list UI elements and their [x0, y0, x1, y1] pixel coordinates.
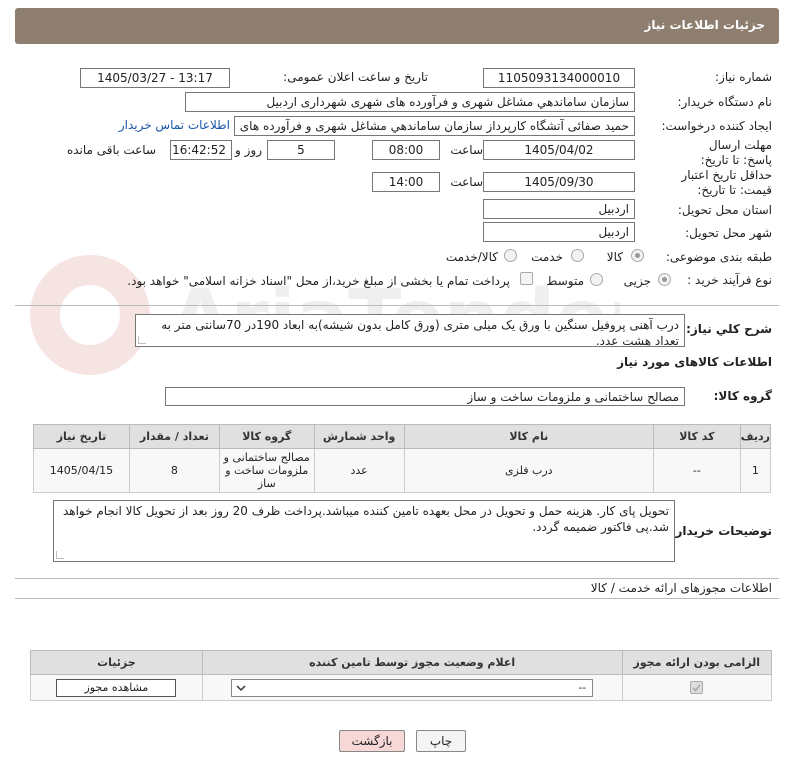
divider — [15, 598, 779, 599]
col-code: کد کالا — [652, 424, 741, 449]
col-permit-required: الزامی بودن ارائه مجوز — [621, 650, 773, 675]
announce-field: 1405/03/27 - 13:17 — [80, 68, 230, 88]
table-row: -- مشاهده مجوز — [30, 674, 773, 701]
col-permit-details: جزئیات — [30, 650, 203, 675]
process-radio-medium[interactable] — [590, 273, 603, 286]
permits-table-header: الزامی بودن ارائه مجوز اعلام وضعیت مجوز … — [30, 650, 773, 675]
treasury-payment-note: پرداخت تمام یا بخشی از مبلغ خرید،از محل … — [127, 274, 510, 288]
permit-status-select-value: -- — [578, 680, 587, 694]
city-field: اردبیل — [483, 222, 635, 242]
cell-row: 1 — [739, 448, 772, 493]
buyer-notes-text: تحویل پای کار. هزینه حمل و تحویل در محل … — [62, 504, 669, 534]
category-radio-goods-service[interactable] — [504, 249, 517, 262]
deadline-label: مهلت ارسال پاسخ: تا تاریخ: — [700, 138, 772, 167]
permit-required-checkbox — [690, 681, 704, 695]
goods-table: ردیف کد کالا نام کالا واحد شمارش گروه کا… — [33, 424, 772, 493]
goods-group-label: گروه کالا: — [713, 389, 772, 403]
col-row: ردیف — [739, 424, 772, 449]
min-price-time-label: ساعت — [450, 175, 483, 189]
cell-qty: 8 — [128, 448, 220, 493]
cell-permit-required — [621, 674, 773, 701]
cell-permit-status: -- — [201, 674, 623, 701]
goods-group-field: مصالح ساختمانی و ملزومات ساخت و ساز — [165, 387, 685, 406]
process-label: نوع فرآیند خرید : — [687, 273, 772, 287]
permits-section-title: اطلاعات مجوزهای ارائه خدمت / کالا — [590, 581, 772, 595]
treasury-payment-checkbox[interactable] — [520, 272, 533, 285]
table-row: 1 -- درب فلزی عدد مصالح ساختمانی و ملزوم… — [33, 448, 772, 493]
goods-table-header: ردیف کد کالا نام کالا واحد شمارش گروه کا… — [33, 424, 772, 449]
category-radio-goods[interactable] — [631, 249, 644, 262]
creator-field: حمید صفائی آتشگاه کارپرداز سازمان ساماند… — [234, 116, 635, 136]
min-price-date-field: 1405/09/30 — [483, 172, 635, 192]
category-radio-service[interactable] — [571, 249, 584, 262]
col-date: تاریخ نیاز — [33, 424, 130, 449]
category-option-goods: کالا — [606, 250, 623, 264]
cell-date: 1405/04/15 — [33, 448, 130, 493]
col-unit: واحد شمارش — [313, 424, 405, 449]
permit-status-select[interactable]: -- — [231, 678, 594, 697]
need-number-label: شماره نیاز: — [715, 70, 772, 84]
cell-unit: عدد — [313, 448, 405, 493]
resize-grip-icon[interactable] — [56, 551, 64, 559]
page-title-bar: جزئیات اطلاعات نیاز — [15, 8, 779, 44]
cell-permit-details: مشاهده مجوز — [30, 674, 203, 701]
category-label: طبقه بندی موضوعی: — [665, 250, 772, 264]
description-textarea[interactable]: درب آهنی پروفیل سنگین با ورق یک میلی متر… — [135, 314, 685, 347]
contact-info-link[interactable]: اطلاعات تماس خریدار — [119, 118, 230, 132]
col-name: نام کالا — [403, 424, 654, 449]
resize-grip-icon[interactable] — [138, 336, 146, 344]
col-permit-status: اعلام وضعیت مجوز توسط تامین کننده — [201, 650, 623, 675]
back-button[interactable]: بازگشت — [339, 730, 405, 752]
min-price-time-field: 14:00 — [372, 172, 440, 192]
check-icon — [692, 684, 701, 692]
chevron-down-icon — [236, 684, 246, 691]
cell-group: مصالح ساختمانی و ملزومات ساخت و ساز — [218, 448, 315, 493]
announce-label: تاریخ و ساعت اعلان عمومی: — [283, 70, 428, 84]
goods-section-title: اطلاعات کالاهای مورد نیاز — [617, 355, 772, 369]
deadline-time-field: 08:00 — [372, 140, 440, 160]
days-field: 5 — [267, 140, 335, 160]
need-number-field: 1105093134000010 — [483, 68, 635, 88]
category-option-goods-service: کالا/خدمت — [445, 250, 498, 264]
cell-code: -- — [652, 448, 741, 493]
category-option-service: خدمت — [531, 250, 563, 264]
min-price-label: حداقل تاریخ اعتبار قیمت: تا تاریخ: — [681, 168, 772, 197]
page-title: جزئیات اطلاعات نیاز — [644, 18, 765, 32]
creator-label: ایجاد کننده درخواست: — [661, 119, 772, 133]
deadline-date-field: 1405/04/02 — [483, 140, 635, 160]
buyer-org-field: سازمان ساماندهي مشاغل شهری و فرآورده های… — [185, 92, 635, 112]
divider — [15, 305, 779, 306]
col-qty: تعداد / مقدار — [128, 424, 220, 449]
permits-table: الزامی بودن ارائه مجوز اعلام وضعیت مجوز … — [30, 650, 773, 701]
deadline-time-label: ساعت — [450, 143, 483, 157]
buyer-notes-label: توضیحات خریدار: — [670, 524, 772, 538]
city-label: شهر محل تحویل: — [685, 226, 772, 240]
col-group: گروه کالا — [218, 424, 315, 449]
buyer-org-label: نام دستگاه خریدار: — [677, 95, 773, 109]
description-text: درب آهنی پروفیل سنگین با ورق یک میلی متر… — [161, 318, 679, 347]
days-label: روز و — [235, 143, 262, 157]
cell-name: درب فلزی — [403, 448, 654, 493]
description-label: شرح كلي نياز: — [686, 322, 772, 336]
remaining-label: ساعت باقی مانده — [66, 143, 156, 157]
print-button[interactable]: چاپ — [416, 730, 466, 752]
province-field: اردبیل — [483, 199, 635, 219]
process-option-minor: جزیی — [623, 274, 651, 288]
process-radio-minor[interactable] — [658, 273, 671, 286]
divider — [15, 578, 779, 579]
buyer-notes-textarea[interactable]: تحویل پای کار. هزینه حمل و تحویل در محل … — [53, 500, 675, 562]
view-permit-button[interactable]: مشاهده مجوز — [56, 678, 177, 697]
remaining-time-field: 16:42:52 — [170, 140, 232, 160]
province-label: استان محل تحویل: — [677, 203, 772, 217]
process-option-medium: متوسط — [546, 274, 584, 288]
